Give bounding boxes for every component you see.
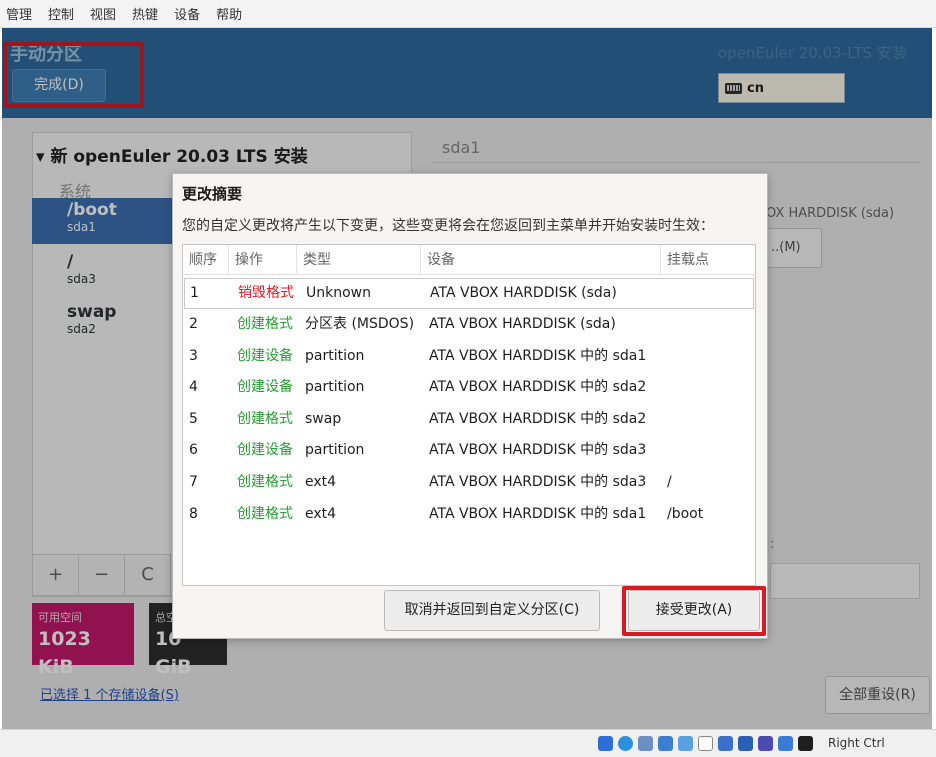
hard-disk-icon[interactable] (598, 736, 613, 751)
cell-action: 创建格式 (237, 474, 293, 490)
cell-type: swap (305, 411, 342, 427)
table-row[interactable]: 3 创建设备 partition ATA VBOX HARDDISK 中的 sd… (183, 341, 755, 372)
menu-manage[interactable]: 管理 (6, 4, 32, 23)
host-statusbar: Right Ctrl (0, 729, 936, 757)
host-menubar: 管理 控制 视图 热键 设备 帮助 (0, 0, 936, 28)
cell-action: 销毁格式 (238, 285, 294, 301)
cell-action: 创建设备 (237, 348, 293, 364)
cell-order: 5 (189, 411, 198, 427)
optical-drive-icon[interactable] (618, 736, 633, 751)
cell-mountpoint (663, 341, 667, 372)
highlight-box-accept (622, 586, 766, 636)
column-header-order[interactable]: 顺序 (183, 245, 229, 275)
network-icon[interactable] (658, 736, 673, 751)
menu-devices[interactable]: 设备 (174, 4, 200, 23)
cell-action: 创建格式 (237, 411, 293, 427)
cell-order: 2 (189, 316, 198, 332)
cell-type: partition (305, 442, 365, 458)
dialog-title: 更改摘要 (182, 185, 243, 203)
summary-of-changes-dialog: 更改摘要 您的自定义更改将产生以下变更，这些变更将会在您返回到主菜单并开始安装时… (172, 173, 768, 639)
cell-type: Unknown (306, 285, 371, 301)
cell-device: ATA VBOX HARDDISK 中的 sda1 (429, 348, 647, 364)
changes-table: 顺序 操作 类型 设备 挂载点 1 销毁格式 Unknown ATA VBOX … (182, 244, 756, 586)
table-header: 顺序 操作 类型 设备 挂载点 (183, 245, 755, 275)
display-icon[interactable] (718, 736, 733, 751)
cell-order: 8 (189, 506, 198, 522)
cell-mountpoint: / (667, 474, 672, 490)
cell-action: 创建格式 (237, 316, 293, 332)
cell-order: 3 (189, 348, 198, 364)
video-capture-icon[interactable] (738, 736, 753, 751)
cell-type: ext4 (305, 506, 337, 522)
cell-mountpoint: /boot (667, 506, 704, 522)
cell-type: partition (305, 348, 365, 364)
cell-type: partition (305, 379, 365, 395)
cell-action: 创建设备 (237, 379, 293, 395)
cell-device: ATA VBOX HARDDISK 中的 sda2 (429, 411, 647, 427)
table-row[interactable]: 5 创建格式 swap ATA VBOX HARDDISK 中的 sda2 (183, 404, 755, 435)
cell-mountpoint (663, 372, 667, 403)
menu-help[interactable]: 帮助 (216, 4, 242, 23)
cell-device: ATA VBOX HARDDISK 中的 sda3 (429, 442, 647, 458)
cell-action: 创建格式 (237, 506, 293, 522)
host-key-label: Right Ctrl (828, 736, 885, 750)
table-row[interactable]: 1 销毁格式 Unknown ATA VBOX HARDDISK (sda) (184, 278, 754, 309)
cell-type: 分区表 (MSDOS) (305, 316, 415, 332)
cell-mountpoint (663, 404, 667, 435)
shared-folder-icon[interactable] (698, 736, 713, 751)
host-key-icon (798, 736, 813, 751)
table-row[interactable]: 2 创建格式 分区表 (MSDOS) ATA VBOX HARDDISK (sd… (183, 309, 755, 340)
cell-order: 6 (189, 442, 198, 458)
cell-type: ext4 (305, 474, 337, 490)
usb-icon[interactable] (678, 736, 693, 751)
cell-order: 1 (190, 285, 199, 301)
column-header-mountpoint[interactable]: 挂载点 (661, 245, 755, 275)
cell-device: ATA VBOX HARDDISK 中的 sda1 (429, 506, 647, 522)
menu-view[interactable]: 视图 (90, 4, 116, 23)
column-header-device[interactable]: 设备 (421, 245, 661, 275)
cell-order: 7 (189, 474, 198, 490)
cell-device: ATA VBOX HARDDISK 中的 sda3 (429, 474, 647, 490)
cell-mountpoint (663, 309, 667, 340)
table-row[interactable]: 4 创建设备 partition ATA VBOX HARDDISK 中的 sd… (183, 372, 755, 403)
column-header-type[interactable]: 类型 (297, 245, 421, 275)
menu-control[interactable]: 控制 (48, 4, 74, 23)
mouse-integration-icon[interactable] (778, 736, 793, 751)
installer-window: 手动分区 openEuler 20.03-LTS 安装 完成(D) cn ▾ 新… (2, 28, 932, 729)
cpu-icon[interactable] (758, 736, 773, 751)
cell-device: ATA VBOX HARDDISK 中的 sda2 (429, 379, 647, 395)
cell-device: ATA VBOX HARDDISK (sda) (430, 285, 617, 301)
audio-icon[interactable] (638, 736, 653, 751)
column-header-action[interactable]: 操作 (229, 245, 297, 275)
table-row[interactable]: 6 创建设备 partition ATA VBOX HARDDISK 中的 sd… (183, 435, 755, 466)
cell-mountpoint (664, 278, 668, 309)
table-row[interactable]: 7 创建格式 ext4 ATA VBOX HARDDISK 中的 sda3 / (183, 467, 755, 498)
cell-order: 4 (189, 379, 198, 395)
menu-hotkeys[interactable]: 热键 (132, 4, 158, 23)
cell-action: 创建设备 (237, 442, 293, 458)
table-row[interactable]: 8 创建格式 ext4 ATA VBOX HARDDISK 中的 sda1 /b… (183, 499, 755, 530)
cell-device: ATA VBOX HARDDISK (sda) (429, 316, 616, 332)
cancel-return-button[interactable]: 取消并返回到自定义分区(C) (384, 590, 600, 631)
dialog-description: 您的自定义更改将产生以下变更，这些变更将会在您返回到主菜单并开始安装时生效： (182, 218, 714, 234)
cell-mountpoint (663, 435, 667, 466)
